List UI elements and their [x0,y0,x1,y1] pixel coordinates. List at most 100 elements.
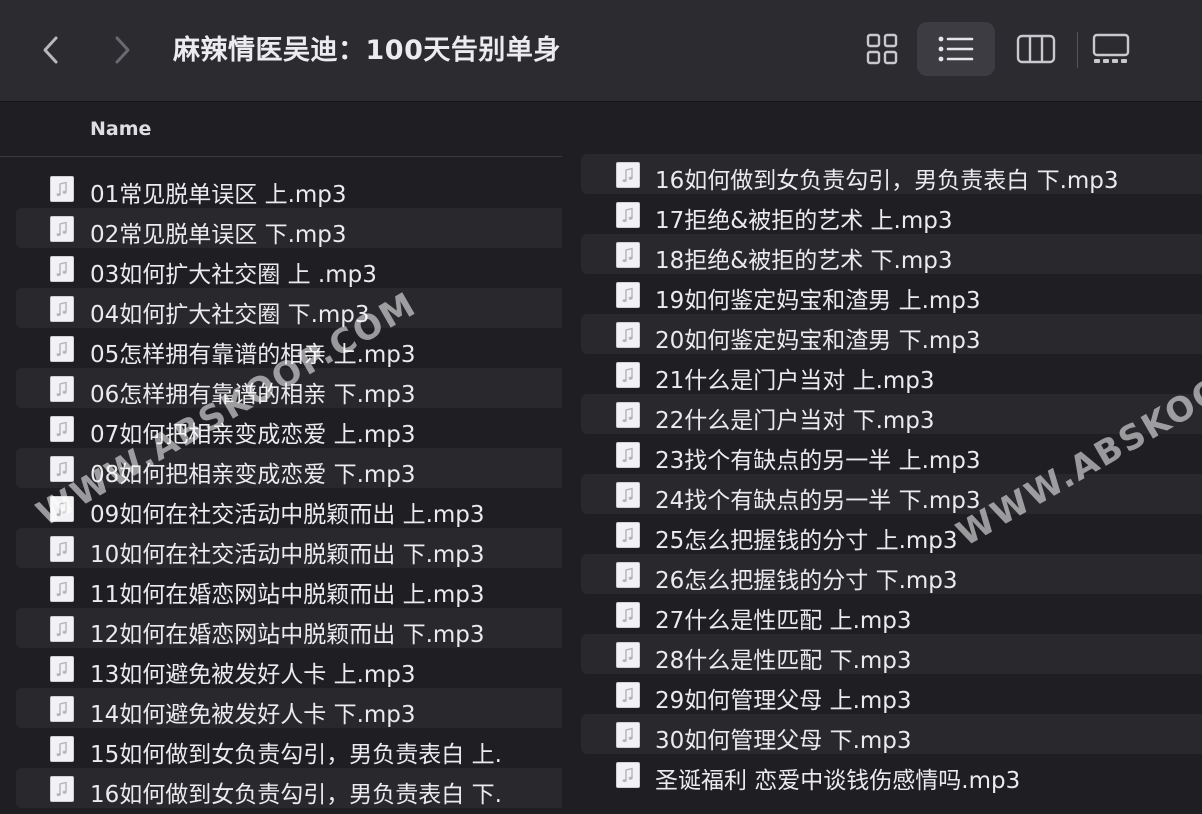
audio-file-icon [50,376,74,402]
file-row[interactable]: 04如何扩大社交圈 下.mp3 [16,288,562,328]
audio-file-icon [50,656,74,682]
file-row[interactable]: 15如何做到女负责勾引，男负责表白 上. [0,728,562,768]
audio-file-icon [50,696,74,722]
file-name: 26怎么把握钱的分寸 下.mp3 [655,568,958,594]
list-view-button[interactable] [917,22,995,76]
file-row[interactable]: 16如何做到女负责勾引，男负责表白 下.mp3 [581,154,1202,194]
file-row[interactable]: 03如何扩大社交圈 上 .mp3 [0,248,562,288]
file-row[interactable]: 21什么是门户当对 上.mp3 [565,354,1202,394]
audio-file-icon [50,256,74,282]
audio-file-icon [616,682,640,708]
audio-file-icon [50,176,74,202]
file-name: 09如何在社交活动中脱颖而出 上.mp3 [90,502,485,528]
column-view-button[interactable] [997,22,1075,76]
name-column-header[interactable]: Name [90,118,151,140]
file-name: 23找个有缺点的另一半 上.mp3 [655,448,981,474]
audio-file-icon [50,776,74,802]
file-name: 22什么是门户当对 下.mp3 [655,408,935,434]
icon-view-button[interactable] [843,22,921,76]
file-row[interactable]: 圣诞福利 恋爱中谈钱伤感情吗.mp3 [565,754,1202,794]
file-row[interactable]: 25怎么把握钱的分寸 上.mp3 [565,514,1202,554]
column-view-icon [1016,34,1056,64]
file-row[interactable]: 20如何鉴定妈宝和渣男 下.mp3 [581,314,1202,354]
file-row[interactable]: 11如何在婚恋网站中脱颖而出 上.mp3 [0,568,562,608]
audio-file-icon [616,562,640,588]
file-row[interactable]: 27什么是性匹配 上.mp3 [565,594,1202,634]
file-row[interactable]: 18拒绝&被拒的艺术 下.mp3 [581,234,1202,274]
list-view-icon [938,36,974,62]
file-row[interactable]: 17拒绝&被拒的艺术 上.mp3 [565,194,1202,234]
file-row[interactable]: 24找个有缺点的另一半 下.mp3 [581,474,1202,514]
file-name: 11如何在婚恋网站中脱颖而出 上.mp3 [90,582,485,608]
back-button[interactable] [34,30,68,70]
audio-file-icon [616,242,640,268]
audio-file-icon [616,642,640,668]
file-name: 25怎么把握钱的分寸 上.mp3 [655,528,958,554]
audio-file-icon [616,482,640,508]
file-row[interactable]: 12如何在婚恋网站中脱颖而出 下.mp3 [16,608,562,648]
audio-file-icon [616,362,640,388]
audio-file-icon [50,736,74,762]
audio-file-icon [616,522,640,548]
file-row[interactable]: 13如何避免被发好人卡 上.mp3 [0,648,562,688]
file-row[interactable]: 26怎么把握钱的分寸 下.mp3 [581,554,1202,594]
audio-file-icon [50,416,74,442]
file-row[interactable]: 10如何在社交活动中脱颖而出 下.mp3 [16,528,562,568]
file-row[interactable]: 14如何避免被发好人卡 下.mp3 [16,688,562,728]
file-name: 13如何避免被发好人卡 上.mp3 [90,662,416,688]
file-row[interactable]: 22什么是门户当对 下.mp3 [581,394,1202,434]
file-name: 05怎样拥有靠谱的相亲 上.mp3 [90,342,416,368]
toolbar: 麻辣情医吴迪：100天告别单身 [0,0,1202,102]
chevron-left-icon [43,36,58,64]
audio-file-icon [616,282,640,308]
file-row[interactable]: 07如何把相亲变成恋爱 上.mp3 [0,408,562,448]
file-name: 14如何避免被发好人卡 下.mp3 [90,702,416,728]
audio-file-icon [616,162,640,188]
file-row[interactable]: 30如何管理父母 下.mp3 [581,714,1202,754]
audio-file-icon [616,602,640,628]
file-row[interactable]: 16如何做到女负责勾引，男负责表白 下. [16,768,562,808]
audio-file-icon [616,202,640,228]
file-name: 27什么是性匹配 上.mp3 [655,608,912,634]
audio-file-icon [50,336,74,362]
file-row[interactable]: 01常见脱单误区 上.mp3 [0,168,562,208]
audio-file-icon [616,322,640,348]
audio-file-icon [50,576,74,602]
file-list-right: 16如何做到女负责勾引，男负责表白 下.mp3 17拒绝&被拒的艺术 上.mp3 1… [565,154,1202,814]
file-name: 12如何在婚恋网站中脱颖而出 下.mp3 [90,622,485,648]
header-divider [0,156,562,157]
file-row[interactable]: 28什么是性匹配 下.mp3 [581,634,1202,674]
forward-button[interactable] [105,30,139,70]
audio-file-icon [616,722,640,748]
file-name: 圣诞福利 恋爱中谈钱伤感情吗.mp3 [655,768,1021,794]
audio-file-icon [50,456,74,482]
file-row[interactable]: 29如何管理父母 上.mp3 [565,674,1202,714]
grid-view-icon [866,33,898,65]
file-row[interactable]: 09如何在社交活动中脱颖而出 上.mp3 [0,488,562,528]
window-title: 麻辣情医吴迪：100天告别单身 [173,35,561,66]
audio-file-icon [616,442,640,468]
file-row[interactable]: 06怎样拥有靠谱的相亲 下.mp3 [16,368,562,408]
file-row[interactable]: 02常见脱单误区 下.mp3 [16,208,562,248]
file-row[interactable]: 23找个有缺点的另一半 上.mp3 [565,434,1202,474]
file-row[interactable]: 08如何把相亲变成恋爱 下.mp3 [16,448,562,488]
file-name: 28什么是性匹配 下.mp3 [655,648,912,674]
file-name: 20如何鉴定妈宝和渣男 下.mp3 [655,328,981,354]
column-header: Name [0,102,1202,154]
file-name: 01常见脱单误区 上.mp3 [90,182,347,208]
file-name: 03如何扩大社交圈 上 .mp3 [90,262,377,288]
file-name: 29如何管理父母 上.mp3 [655,688,912,714]
file-name: 02常见脱单误区 下.mp3 [90,222,347,248]
file-name: 10如何在社交活动中脱颖而出 下.mp3 [90,542,485,568]
file-row[interactable]: 19如何鉴定妈宝和渣男 上.mp3 [565,274,1202,314]
gallery-view-button[interactable] [1072,22,1150,76]
file-name: 17拒绝&被拒的艺术 上.mp3 [655,208,953,234]
file-row[interactable]: 05怎样拥有靠谱的相亲 上.mp3 [0,328,562,368]
file-name: 08如何把相亲变成恋爱 下.mp3 [90,462,416,488]
file-name: 06怎样拥有靠谱的相亲 下.mp3 [90,382,416,408]
audio-file-icon [50,616,74,642]
file-name: 15如何做到女负责勾引，男负责表白 上. [90,742,502,768]
audio-file-icon [616,402,640,428]
audio-file-icon [50,296,74,322]
file-name: 04如何扩大社交圈 下.mp3 [90,302,370,328]
